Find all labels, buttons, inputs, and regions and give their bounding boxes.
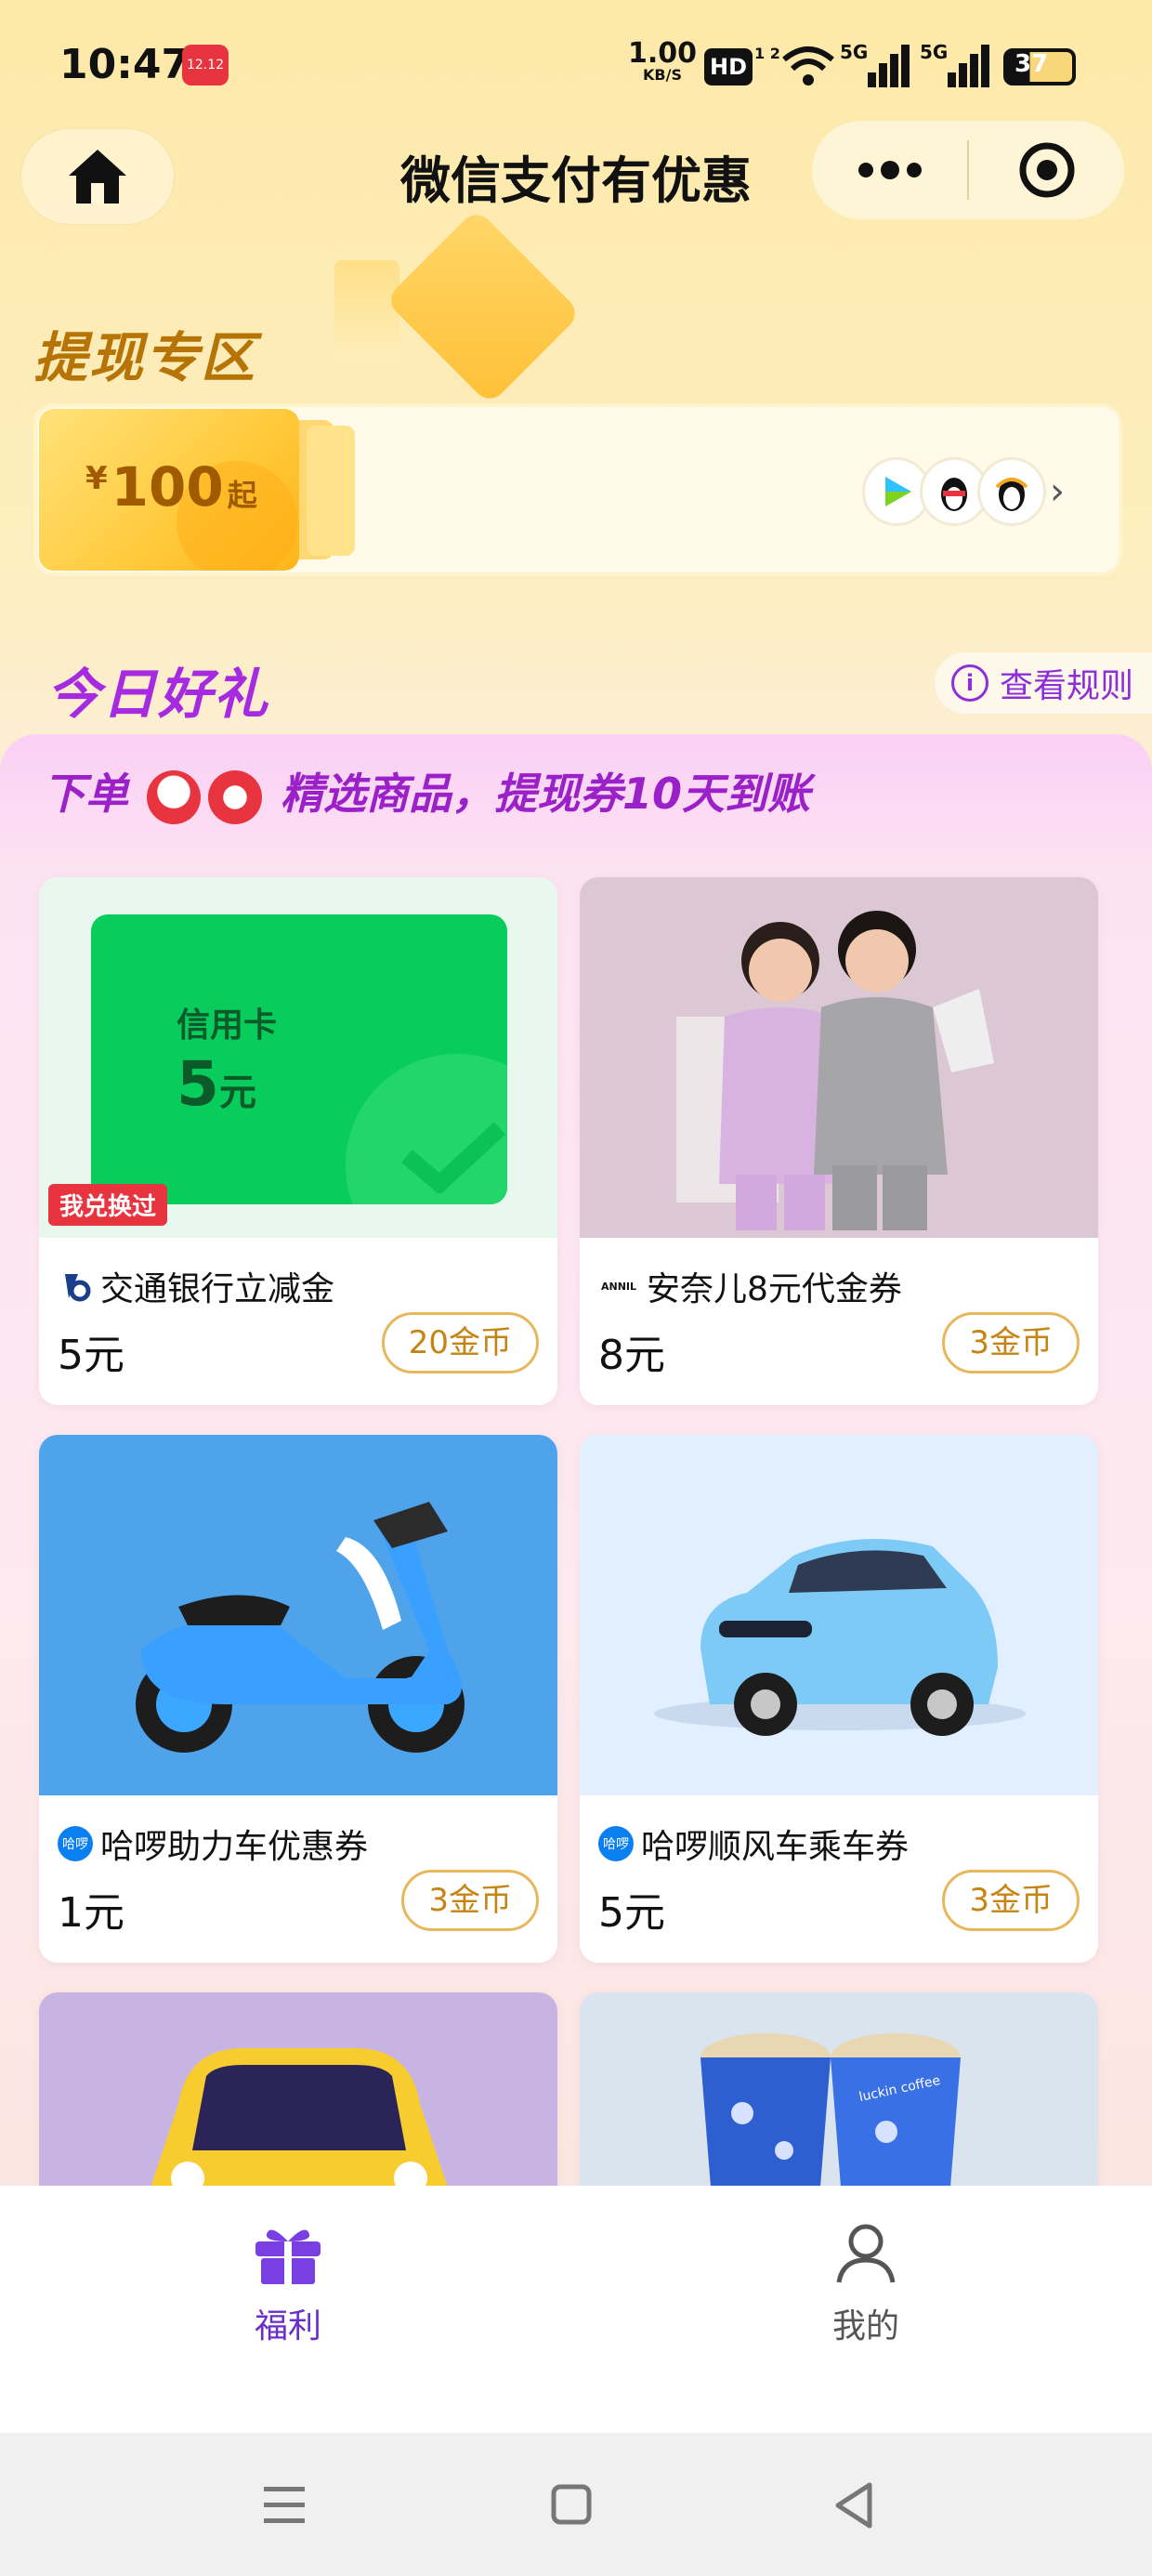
tab-mine-label: 我的 xyxy=(831,2307,899,2346)
promo-suffix: 精选商品，提现券10天到账 xyxy=(281,769,811,819)
coupon-currency: ¥ xyxy=(85,460,108,497)
redeem-coins-button[interactable]: 3金币 xyxy=(942,1870,1080,1931)
battery-level: 37 xyxy=(1015,50,1049,78)
product-price: 1元 xyxy=(58,1889,124,1937)
product-name-text: 安奈儿8元代金券 xyxy=(647,1270,902,1308)
decorative-shape xyxy=(334,260,399,362)
jd-festival-icon xyxy=(208,769,263,824)
hd-sim-indicator: 1 2 xyxy=(754,45,780,62)
redeem-coins-button[interactable]: 20金币 xyxy=(381,1312,539,1373)
home-icon xyxy=(69,150,126,204)
card-amount-unit: 元 xyxy=(218,1071,256,1114)
product-image xyxy=(580,877,1098,1238)
app-icon-group xyxy=(862,457,1048,526)
chevron-right-icon[interactable]: › xyxy=(1050,470,1065,513)
menu-icon[interactable] xyxy=(262,2483,307,2528)
decorative-coupon-shape xyxy=(384,207,583,406)
product-name-text: 哈啰助力车优惠券 xyxy=(100,1828,369,1866)
product-name: ANNIL 安奈儿8元代金券 xyxy=(598,1262,902,1310)
back-triangle-icon[interactable] xyxy=(832,2481,877,2530)
more-button[interactable] xyxy=(812,121,967,219)
view-rules-button[interactable]: i 查看规则 xyxy=(935,652,1152,714)
electric-scooter-image xyxy=(136,1502,465,1753)
product-price: 5元 xyxy=(598,1889,665,1937)
product-name: 哈啰 哈啰顺风车乘车券 xyxy=(598,1820,909,1868)
tab-welfare-label: 福利 xyxy=(254,2307,321,2346)
product-price: 8元 xyxy=(598,1332,665,1379)
redeem-coins-button[interactable]: 3金币 xyxy=(942,1312,1080,1373)
product-name-text: 交通银行立减金 xyxy=(100,1270,335,1308)
close-mini-program-button[interactable] xyxy=(969,121,1124,219)
product-card-hello-ride[interactable]: 哈啰 哈啰顺风车乘车券 5元 3金币 xyxy=(580,1435,1098,1963)
coupon-suffix: 起 xyxy=(227,478,257,513)
tab-mine[interactable]: 我的 xyxy=(754,2221,977,2347)
card-amount-value: 5 xyxy=(177,1048,219,1120)
credit-card-graphic: 信用卡 5元 xyxy=(91,914,507,1204)
coupon-value: 100 xyxy=(111,455,224,519)
info-icon: i xyxy=(951,664,988,702)
card-line1: 信用卡 xyxy=(177,1006,278,1045)
shopping-festival-icon: 12.12 xyxy=(182,45,229,85)
home-button[interactable] xyxy=(20,128,175,225)
kids-pajamas-photo xyxy=(676,911,994,1230)
promo-banner: 下单 精选商品，提现券10天到账 xyxy=(43,760,810,824)
coupon-stack-back xyxy=(307,426,355,556)
qq-penguin-scarf-icon xyxy=(977,457,1046,526)
battery-icon: 37 xyxy=(1003,48,1076,85)
product-image: 信用卡 5元 我兑换过 xyxy=(39,877,557,1238)
network-speed-value: 1.00 xyxy=(628,37,698,70)
hd-voice-icon: HD xyxy=(704,48,753,85)
product-image xyxy=(580,1435,1098,1795)
redeem-coins-button[interactable]: 3金币 xyxy=(401,1870,539,1931)
hello-logo-icon: 哈啰 xyxy=(598,1826,634,1861)
signal-2-label: 5G xyxy=(920,41,949,63)
product-price: 5元 xyxy=(58,1332,124,1379)
profile-icon xyxy=(836,2224,896,2283)
signal-1-label: 5G xyxy=(840,41,869,63)
home-square-icon[interactable] xyxy=(550,2483,595,2528)
hello-logo-icon: 哈啰 xyxy=(58,1826,93,1861)
gift-icon xyxy=(255,2229,321,2284)
coupon-amount: ¥100 起 xyxy=(85,455,257,519)
more-icon xyxy=(857,161,922,179)
product-card-hello-ebike[interactable]: 哈啰 哈啰助力车优惠券 1元 3金币 xyxy=(39,1435,557,1963)
promo-prefix: 下单 xyxy=(43,769,128,819)
signal-1-icon: 5G xyxy=(840,41,918,91)
card-amount: 5元 xyxy=(177,1048,256,1120)
network-speed: 1.00 KB/S xyxy=(628,40,697,84)
tab-welfare[interactable]: 福利 xyxy=(177,2221,399,2347)
withdraw-section-title: 提现专区 xyxy=(33,326,257,389)
annil-logo-icon: ANNIL xyxy=(600,1280,637,1293)
product-name-text: 哈啰顺风车乘车券 xyxy=(641,1828,910,1866)
product-image xyxy=(39,1435,557,1795)
signal-2-icon: 5G xyxy=(920,41,998,91)
status-time: 10:47 xyxy=(59,41,190,88)
product-name: 哈啰 哈啰助力车优惠券 xyxy=(58,1820,368,1868)
product-card-annil[interactable]: ANNIL 安奈儿8元代金券 8元 3金币 xyxy=(580,877,1098,1405)
product-name: 交通银行立减金 xyxy=(58,1262,334,1310)
page-title: 微信支付有优惠 xyxy=(400,151,752,210)
bocom-logo-icon xyxy=(58,1268,93,1304)
target-icon xyxy=(1019,142,1074,198)
wifi-icon xyxy=(782,46,834,85)
view-rules-label: 查看规则 xyxy=(1000,667,1134,705)
exchanged-tag: 我兑换过 xyxy=(48,1184,168,1226)
mini-program-capsule xyxy=(812,121,1124,219)
product-card-bocom[interactable]: 信用卡 5元 我兑换过 交通银行立减金 5元 20金币 xyxy=(39,877,557,1405)
jd-mascot-icon xyxy=(147,769,202,824)
today-gifts-title: 今日好礼 xyxy=(46,663,270,726)
blue-car-image xyxy=(654,1539,1026,1736)
bottom-tab-bar xyxy=(0,2186,1152,2433)
